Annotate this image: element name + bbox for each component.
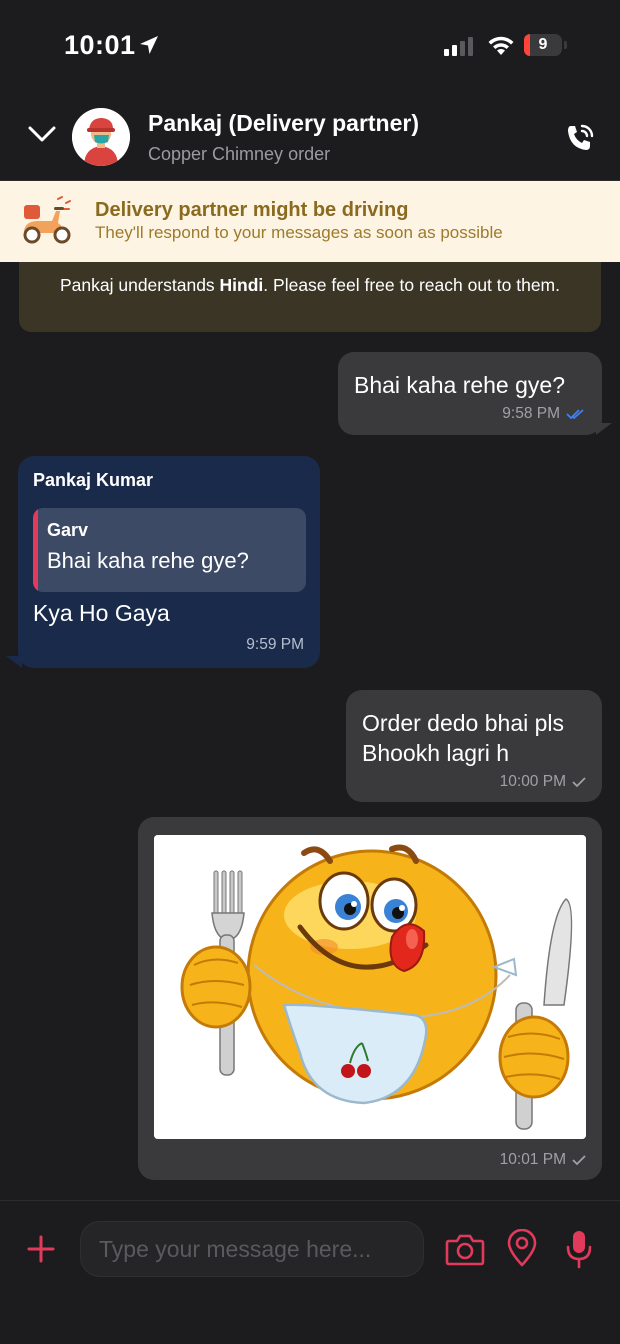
banner-title: Delivery partner might be driving: [95, 199, 409, 221]
scooter-icon: [23, 196, 71, 244]
sender-name: Pankaj Kumar: [33, 470, 154, 490]
message-line-1: Order dedo bhai pls: [362, 710, 565, 736]
language-name: Hindi: [219, 275, 264, 295]
language-note: Pankaj understands Hindi. Please feel fr…: [19, 262, 601, 332]
message-input[interactable]: [80, 1221, 424, 1277]
phone-call-icon[interactable]: [564, 122, 596, 154]
microphone-icon[interactable]: [564, 1229, 594, 1269]
driving-banner: Delivery partner might be driving They'l…: [0, 181, 620, 262]
language-note-prefix: Pankaj understands: [59, 275, 220, 295]
chevron-down-icon[interactable]: [26, 122, 58, 146]
bubble-tail: [6, 656, 22, 668]
right-hand: [498, 1015, 570, 1099]
bubble-tail: [596, 423, 612, 435]
chat-header: Pankaj (Delivery partner) Copper Chimney…: [0, 92, 620, 181]
signal-icon: [444, 37, 473, 56]
order-subtitle: Copper Chimney order: [148, 144, 331, 164]
quoted-text: Bhai kaha rehe gye?: [47, 548, 249, 573]
check-icon: [572, 777, 586, 788]
message-time: 9:59 PM: [246, 636, 304, 653]
status-time: 10:01: [64, 30, 136, 60]
outgoing-image-message[interactable]: 10:01 PM: [138, 817, 602, 1180]
camera-icon[interactable]: [445, 1231, 485, 1267]
language-note-suffix: . Please feel free to reach out to them.: [263, 275, 560, 295]
double-check-icon: [566, 409, 584, 420]
message-composer: [0, 1200, 620, 1344]
check-icon: [572, 1155, 586, 1166]
message-text: Bhai kaha rehe gye?: [354, 372, 565, 398]
message-time: 10:00 PM: [499, 773, 566, 790]
location-arrow-icon: [140, 36, 158, 54]
outgoing-message[interactable]: Order dedo bhai pls Bhookh lagri h 10:00…: [346, 690, 602, 802]
message-meta: 10:01 PM: [500, 1151, 586, 1169]
left-hand: [180, 945, 252, 1029]
quoted-message[interactable]: Garv Bhai kaha rehe gye?: [33, 508, 306, 592]
avatar[interactable]: [72, 108, 130, 166]
incoming-message[interactable]: Pankaj Kumar Garv Bhai kaha rehe gye? Ky…: [18, 456, 320, 668]
battery-level: 9: [538, 36, 548, 53]
status-bar: 10:01 9: [0, 0, 620, 92]
outgoing-message[interactable]: Bhai kaha rehe gye? 9:58 PM: [338, 352, 602, 435]
location-pin-icon[interactable]: [506, 1229, 538, 1267]
shared-image[interactable]: [154, 835, 586, 1139]
hungry-emoji-image: [154, 835, 586, 1139]
message-time: 10:01 PM: [499, 1151, 566, 1168]
quoted-sender: Garv: [47, 520, 89, 540]
banner-subtitle: They'll respond to your messages as soon…: [95, 223, 503, 242]
battery-icon: 9: [524, 34, 568, 58]
message-time: 9:58 PM: [502, 405, 560, 422]
plus-icon[interactable]: [26, 1234, 56, 1264]
contact-name[interactable]: Pankaj (Delivery partner): [148, 110, 419, 137]
message-text: Kya Ho Gaya: [33, 600, 170, 626]
quote-bar: [33, 508, 38, 592]
wifi-icon: [488, 36, 514, 55]
message-text: Order dedo bhai pls Bhookh lagri h: [362, 708, 564, 768]
message-line-2: Bhookh lagri h: [362, 740, 510, 766]
message-meta: 10:00 PM: [500, 773, 586, 791]
message-meta: 9:58 PM: [502, 405, 586, 423]
